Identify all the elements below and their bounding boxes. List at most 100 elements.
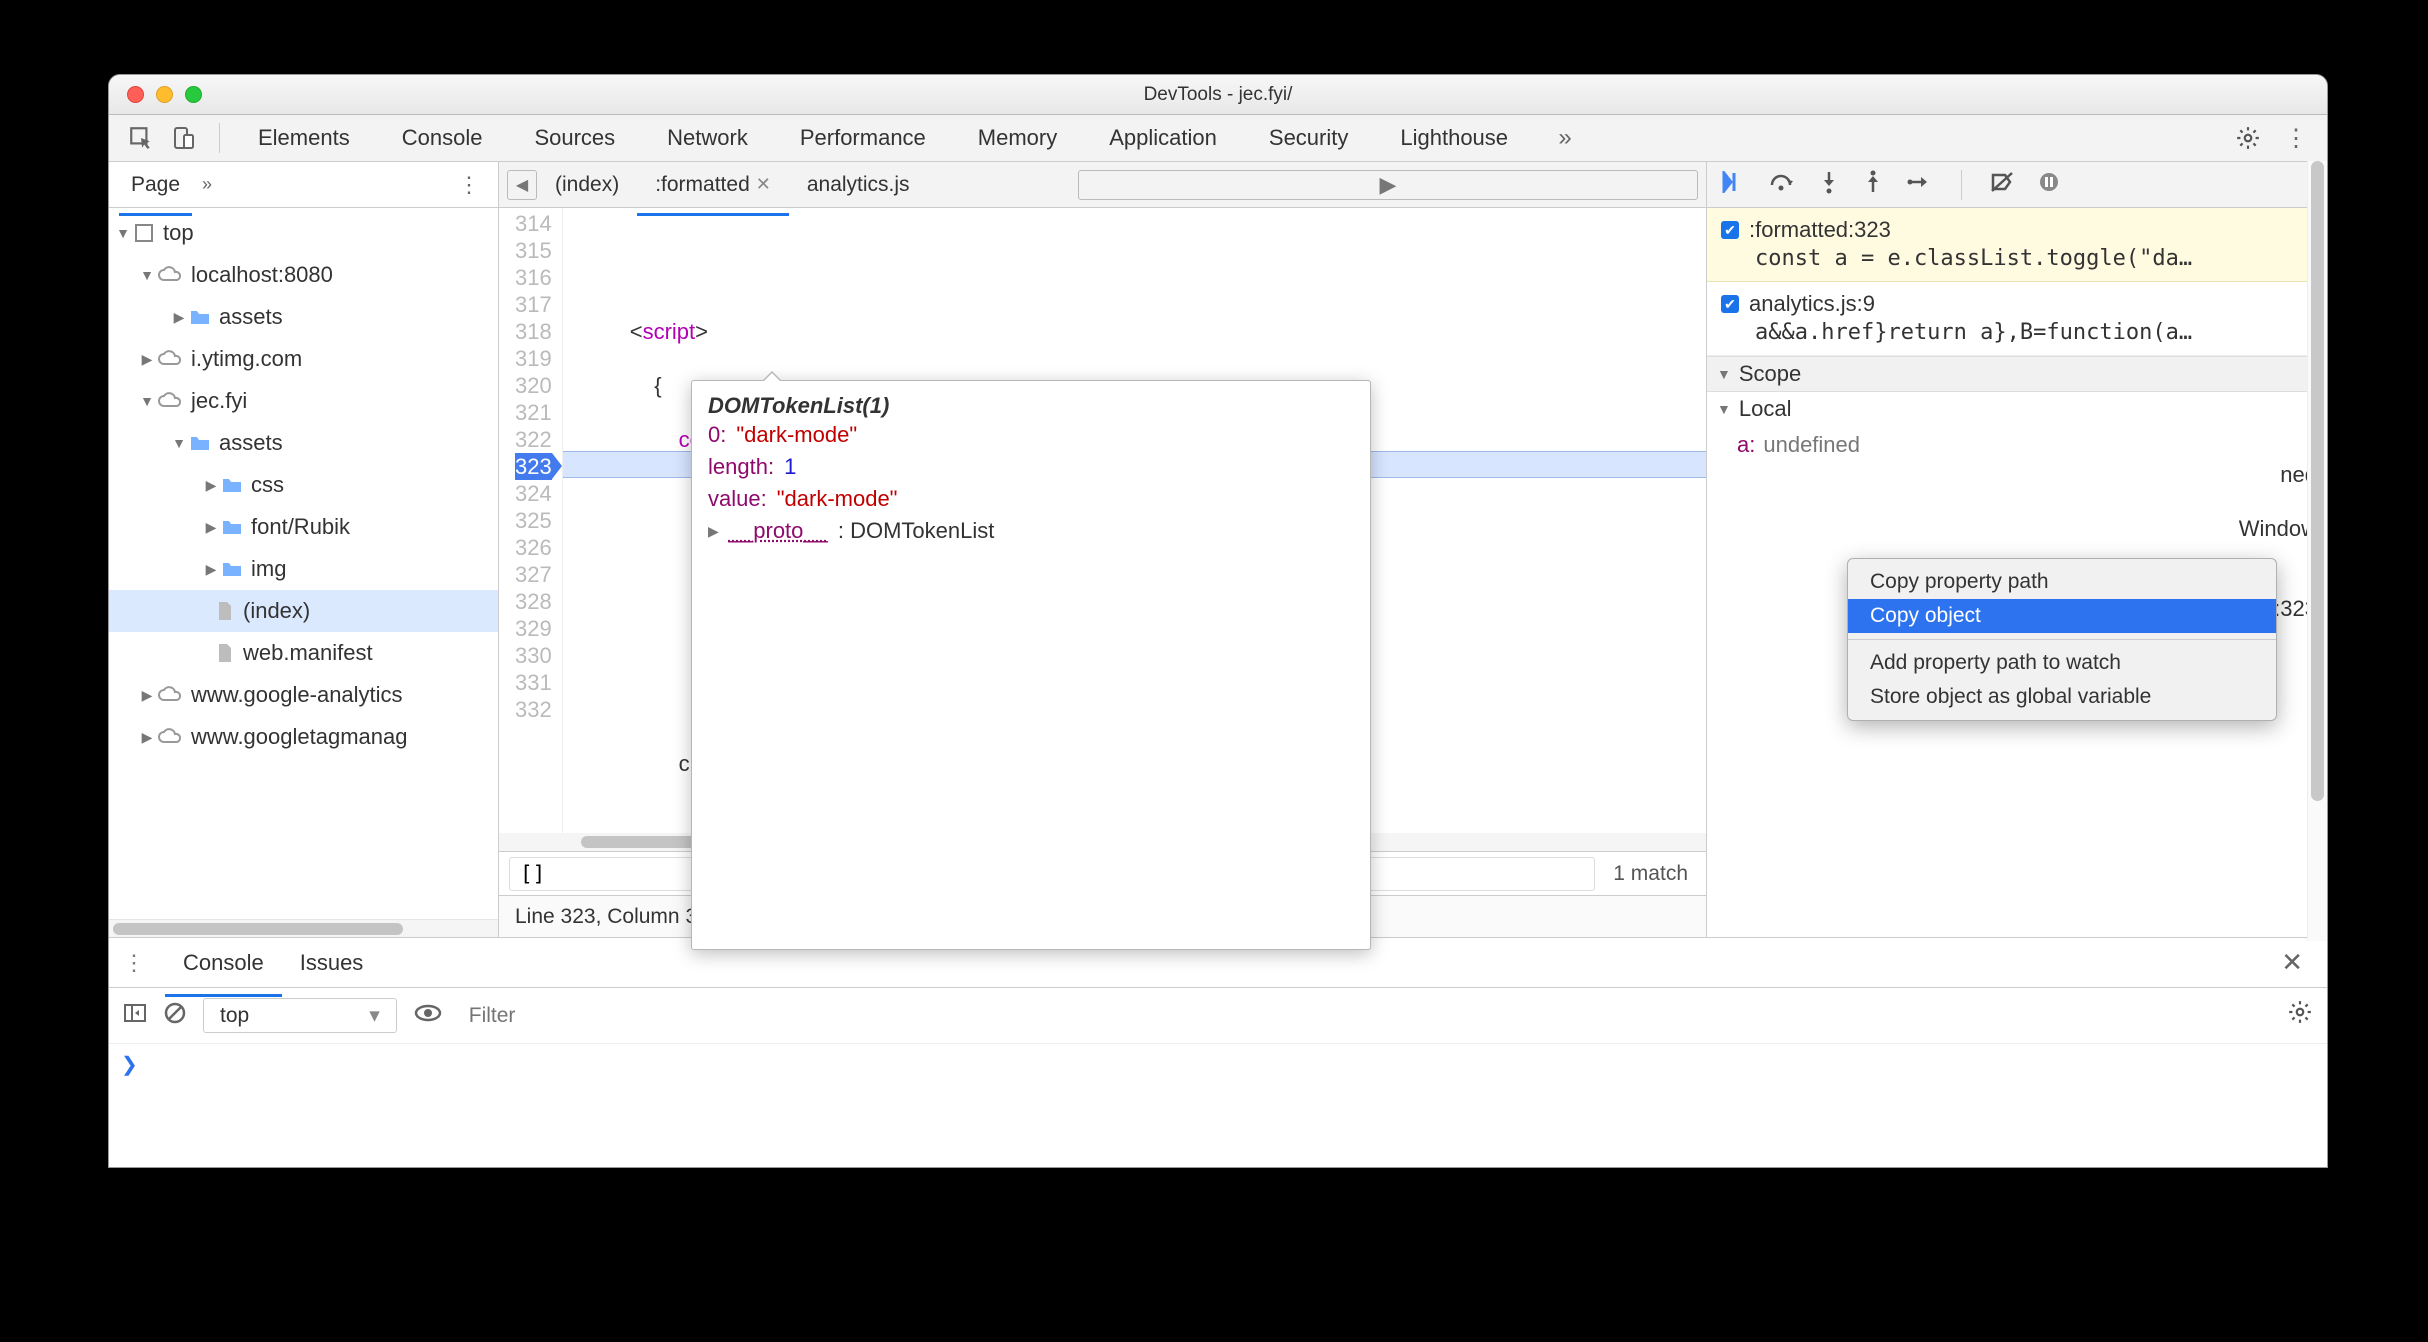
navigator-pane: Page » ⋮ ▼ top ▼ localhost:8080 ▶ assets ▶ i…	[109, 162, 499, 937]
tab-security[interactable]: Security	[1243, 115, 1374, 161]
disclosure-triangle-icon[interactable]: ▼	[139, 393, 155, 409]
popover-value[interactable]: "dark-mode"	[736, 422, 857, 448]
step-into-icon[interactable]	[1819, 170, 1839, 200]
tab-application[interactable]: Application	[1083, 115, 1243, 161]
disclosure-triangle-icon[interactable]: ▶	[171, 309, 187, 326]
breakpoint-checkbox[interactable]: ✔	[1721, 221, 1739, 239]
close-tab-icon[interactable]: ✕	[756, 174, 771, 195]
navigator-h-scrollbar[interactable]	[109, 919, 498, 937]
step-over-icon[interactable]	[1769, 171, 1795, 199]
console-drawer: ⋮ Console Issues ✕ top▾ ❯	[109, 937, 2327, 1084]
close-drawer-icon[interactable]: ✕	[2271, 947, 2313, 978]
tab-network[interactable]: Network	[641, 115, 774, 161]
nav-back-icon[interactable]: ◀	[507, 170, 537, 200]
scope-global-window[interactable]: Window	[2239, 516, 2317, 542]
tree-node-css[interactable]: css	[251, 472, 284, 498]
navigator-more-tabs-icon[interactable]: »	[202, 174, 212, 195]
scope-section-header[interactable]: ▼Scope	[1707, 356, 2327, 392]
popover-value[interactable]: : DOMTokenList	[838, 518, 995, 544]
device-toolbar-icon[interactable]	[165, 120, 201, 156]
navigator-kebab-icon[interactable]: ⋮	[450, 172, 488, 198]
menu-store-as-global[interactable]: Store object as global variable	[1848, 680, 2276, 714]
live-expression-icon[interactable]	[413, 1002, 443, 1029]
zoom-window-button[interactable]	[185, 86, 202, 103]
tree-node-manifest[interactable]: web.manifest	[243, 640, 373, 666]
tab-performance[interactable]: Performance	[774, 115, 952, 161]
breakpoint-marker[interactable]: 323	[515, 453, 552, 480]
deactivate-breakpoints-icon[interactable]	[1990, 171, 2014, 199]
nav-forward-icon[interactable]: ▶	[1078, 170, 1698, 200]
inspect-element-icon[interactable]	[123, 120, 159, 156]
tree-node-google-analytics[interactable]: www.google-analytics	[191, 682, 403, 708]
editor-tab-analytics[interactable]: analytics.js	[789, 165, 928, 205]
tab-sources[interactable]: Sources	[508, 115, 641, 161]
popover-key[interactable]: 0:	[708, 422, 726, 448]
resume-icon[interactable]	[1721, 171, 1745, 199]
breakpoint-checkbox[interactable]: ✔	[1721, 295, 1739, 313]
popover-value[interactable]: "dark-mode"	[777, 486, 898, 512]
popover-proto-key[interactable]: __proto__	[729, 518, 828, 544]
menu-copy-object[interactable]: Copy object	[1848, 599, 2276, 633]
tree-node-assets[interactable]: assets	[219, 304, 283, 330]
navigator-tab-page[interactable]: Page	[119, 165, 192, 205]
tree-node-ytimg[interactable]: i.ytimg.com	[191, 346, 302, 372]
disclosure-triangle-icon[interactable]: ▶	[139, 729, 155, 746]
tree-node-localhost[interactable]: localhost:8080	[191, 262, 333, 288]
breakpoint-location[interactable]: :formatted:323	[1749, 217, 1891, 243]
drawer-kebab-icon[interactable]: ⋮	[123, 950, 145, 976]
disclosure-triangle-icon[interactable]: ▶	[203, 477, 219, 494]
tree-node-jec[interactable]: jec.fyi	[191, 388, 247, 414]
window-v-scrollbar[interactable]	[2307, 161, 2327, 941]
disclosure-triangle-icon[interactable]: ▶	[203, 519, 219, 536]
top-toolbar: Elements Console Sources Network Perform…	[109, 115, 2327, 162]
console-settings-gear-icon[interactable]	[2287, 999, 2313, 1032]
console-prompt[interactable]: ❯	[109, 1044, 2327, 1084]
pause-on-exceptions-icon[interactable]	[2038, 171, 2060, 199]
console-filter-input[interactable]	[459, 998, 2271, 1034]
file-tree[interactable]: ▼ top ▼ localhost:8080 ▶ assets ▶ i.ytimg.co…	[109, 208, 498, 919]
menu-copy-property-path[interactable]: Copy property path	[1848, 565, 2276, 599]
editor-tab-formatted[interactable]: :formatted✕	[637, 165, 789, 205]
console-sidebar-toggle-icon[interactable]	[123, 1001, 147, 1030]
tree-node-jec-assets[interactable]: assets	[219, 430, 283, 456]
step-out-icon[interactable]	[1863, 170, 1883, 200]
minimize-window-button[interactable]	[156, 86, 173, 103]
scope-variable-name[interactable]: a:	[1737, 432, 1755, 458]
disclosure-triangle-icon[interactable]: ▼	[171, 435, 187, 451]
popover-key[interactable]: length:	[708, 454, 774, 480]
disclosure-triangle-icon[interactable]: ▶	[203, 561, 219, 578]
step-icon[interactable]	[1907, 171, 1933, 199]
disclosure-triangle-icon[interactable]: ▼	[139, 267, 155, 283]
settings-gear-icon[interactable]	[2231, 121, 2265, 155]
drawer-tab-console[interactable]: Console	[165, 942, 282, 984]
disclosure-triangle-icon[interactable]: ▶	[708, 523, 719, 540]
tree-node-font[interactable]: font/Rubik	[251, 514, 350, 540]
editor-tab-index[interactable]: (index)	[537, 165, 637, 205]
tree-node-top[interactable]: top	[163, 220, 194, 246]
disclosure-triangle-icon[interactable]: ▶	[139, 351, 155, 368]
devtools-window: DevTools - jec.fyi/ Elements Console Sou…	[108, 74, 2328, 1168]
line-gutter[interactable]: 314315316 317318319 320321322 323 324325…	[499, 208, 563, 833]
menu-add-to-watch[interactable]: Add property path to watch	[1848, 646, 2276, 680]
tree-node-index[interactable]: (index)	[243, 598, 310, 624]
kebab-menu-icon[interactable]: ⋮	[2279, 121, 2313, 155]
tab-console-top[interactable]: Console	[376, 115, 509, 161]
tab-elements[interactable]: Elements	[232, 115, 376, 161]
tree-node-googletagmanager[interactable]: www.googletagmanag	[191, 724, 407, 750]
execution-context-selector[interactable]: top▾	[203, 998, 397, 1033]
clear-console-icon[interactable]	[163, 1001, 187, 1030]
scope-local-header[interactable]: ▼Local	[1707, 392, 2327, 426]
disclosure-triangle-icon[interactable]: ▶	[139, 687, 155, 704]
traffic-lights	[109, 86, 202, 103]
disclosure-triangle-icon[interactable]: ▼	[115, 225, 131, 241]
popover-key[interactable]: value:	[708, 486, 767, 512]
scope-variable-value[interactable]: undefined	[1763, 432, 1860, 458]
tab-lighthouse[interactable]: Lighthouse	[1374, 115, 1534, 161]
popover-value[interactable]: 1	[784, 454, 796, 480]
close-window-button[interactable]	[127, 86, 144, 103]
more-tabs-chevron-icon[interactable]: »	[1548, 121, 1582, 155]
tree-node-img[interactable]: img	[251, 556, 286, 582]
tab-memory[interactable]: Memory	[952, 115, 1083, 161]
drawer-tab-issues[interactable]: Issues	[282, 942, 382, 984]
breakpoint-location[interactable]: analytics.js:9	[1749, 291, 1875, 317]
